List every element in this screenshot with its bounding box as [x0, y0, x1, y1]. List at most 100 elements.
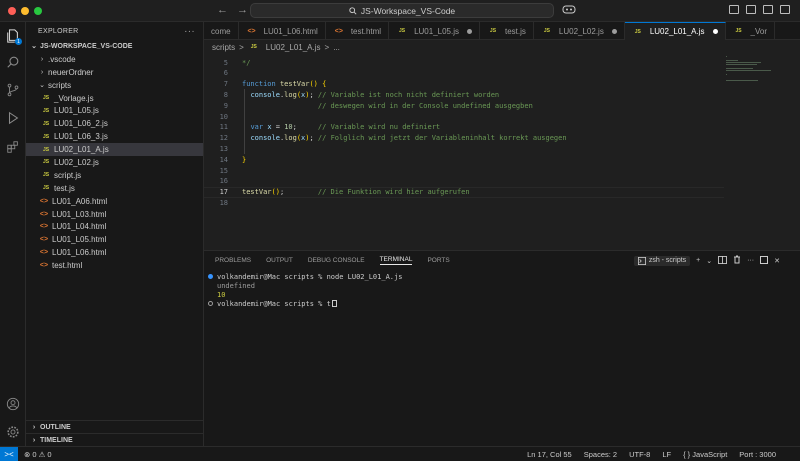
new-terminal-icon[interactable]: + — [696, 257, 700, 264]
panel-tab[interactable]: PROBLEMS — [215, 257, 251, 264]
editor-tab[interactable]: <> test.html — [326, 22, 390, 40]
editor-tab[interactable]: JS LU02_L01_A.js — [624, 22, 726, 40]
copilot-icon[interactable] — [562, 4, 576, 17]
workspace-root[interactable]: ⌄ JS-WORKSPACE_VS-CODE — [26, 40, 203, 53]
account-icon[interactable] — [4, 395, 22, 413]
toggle-secondary-sidebar-icon[interactable] — [780, 5, 790, 14]
tree-item[interactable]: JS LU02_L02.js — [26, 156, 203, 169]
panel-tab[interactable]: DEBUG CONSOLE — [308, 257, 365, 264]
port-status[interactable]: Port : 3000 — [739, 450, 776, 459]
trash-icon[interactable] — [733, 255, 741, 266]
indent-guide — [244, 89, 245, 155]
tree-item[interactable]: JS LU01_L05.js — [26, 104, 203, 117]
toggle-primary-sidebar-icon[interactable] — [746, 5, 756, 14]
code-line[interactable]: 7 function testVar() { — [204, 79, 724, 90]
command-center-search[interactable]: JS-Workspace_VS-Code — [250, 3, 554, 18]
code-editor[interactable]: 5 */6 7 function testVar() {8 console.log(x… — [204, 54, 800, 248]
command-status-icon[interactable] — [208, 301, 213, 306]
split-terminal-icon[interactable] — [718, 255, 728, 266]
maximize-window-button[interactable] — [34, 6, 42, 15]
panel-tab[interactable]: TERMINAL — [379, 256, 413, 265]
customize-layout-icon[interactable] — [729, 5, 739, 14]
source-control-icon[interactable] — [4, 81, 22, 99]
breadcrumb-more[interactable]: ... — [333, 43, 340, 52]
code-line[interactable]: 12 console.log(x); // Folglich wird jetz… — [204, 133, 724, 144]
tree-item-label: neuerOrdner — [48, 67, 94, 77]
line-ending[interactable]: LF — [662, 450, 671, 459]
code-line[interactable]: 18 — [204, 197, 724, 208]
code-line[interactable]: 6 — [204, 68, 724, 79]
editor-tab[interactable]: <> LU01_L06.html — [239, 22, 326, 40]
maximize-panel-icon[interactable] — [760, 255, 769, 266]
panel-tab[interactable]: OUTPUT — [266, 257, 293, 264]
code-line[interactable]: 9 // deswegen wird in der Console undefi… — [204, 100, 724, 111]
tree-item[interactable]: JS LU02_L01_A.js — [26, 143, 203, 157]
tree-item[interactable]: JS LU01_L06_2.js — [26, 117, 203, 130]
command-status-icon[interactable] — [208, 274, 213, 279]
code-line[interactable]: 15 — [204, 165, 724, 176]
editor-tab[interactable]: JS LU02_L02.js — [534, 22, 625, 40]
editor-tab[interactable]: JS test.js — [480, 22, 534, 40]
tree-item[interactable]: JS _Vorlage.js — [26, 92, 203, 105]
toggle-panel-icon[interactable] — [763, 5, 773, 14]
chevron-down-icon[interactable]: ⌄ — [706, 257, 712, 265]
remote-indicator-icon[interactable]: >< — [0, 446, 18, 461]
encoding[interactable]: UTF-8 — [629, 450, 650, 459]
editor-tab[interactable]: come — [204, 22, 239, 40]
terminal-output-line: undefined — [217, 281, 255, 290]
cursor-position[interactable]: Ln 17, Col 55 — [527, 450, 572, 459]
code-text: */ — [242, 58, 251, 67]
tree-item[interactable]: › neuerOrdner — [26, 66, 203, 79]
close-window-button[interactable] — [8, 6, 16, 15]
outline-section[interactable]: › OUTLINE — [26, 420, 204, 433]
tree-item[interactable]: <> LU01_L06.html — [26, 246, 203, 259]
explorer-icon[interactable]: 1 — [4, 27, 22, 45]
indentation[interactable]: Spaces: 2 — [584, 450, 617, 459]
chevron-right-icon: › — [32, 423, 36, 431]
minimize-window-button[interactable] — [21, 6, 29, 15]
forward-arrow-icon[interactable]: → — [237, 4, 248, 16]
timeline-section[interactable]: › TIMELINE — [26, 433, 204, 446]
breadcrumb-file[interactable]: LU02_L01_A.js — [266, 43, 321, 52]
tab-label: LU01_L06.html — [263, 26, 318, 36]
editor-tab[interactable]: JS _Vor — [726, 22, 775, 40]
unsaved-dot-icon[interactable] — [712, 29, 718, 34]
tree-item[interactable]: <> test.html — [26, 259, 203, 272]
code-line[interactable]: 13 — [204, 143, 724, 154]
tree-item[interactable]: JS LU01_L06_3.js — [26, 130, 203, 143]
explorer-more-icon[interactable]: ··· — [184, 26, 195, 37]
back-arrow-icon[interactable]: ← — [217, 4, 228, 16]
unsaved-dot-icon[interactable] — [466, 28, 472, 34]
run-debug-icon[interactable] — [4, 109, 22, 127]
manage-gear-icon[interactable] — [4, 423, 22, 441]
editor-tab[interactable]: JS LU01_L05.js — [389, 22, 480, 40]
code-line[interactable]: 14} — [204, 154, 724, 165]
tree-item[interactable]: JS script.js — [26, 169, 203, 182]
tree-item[interactable]: <> LU01_L05.html — [26, 233, 203, 246]
js-file-icon: JS — [42, 185, 50, 192]
unsaved-dot-icon[interactable] — [611, 28, 617, 34]
terminal-selector[interactable]: zsh - scripts — [633, 255, 691, 266]
tree-item[interactable]: <> LU01_L03.html — [26, 208, 203, 221]
problems-status[interactable]: ⊗ 0 ⚠ 0 — [24, 450, 52, 459]
code-line[interactable]: 11 var x = 10; // Variable wird nu defin… — [204, 122, 724, 133]
tree-item[interactable]: › .vscode — [26, 53, 203, 66]
tree-item[interactable]: <> LU01_L04.html — [26, 220, 203, 233]
tree-item[interactable]: ⌄ scripts — [26, 79, 203, 92]
tree-item[interactable]: JS test.js — [26, 182, 203, 195]
tree-item[interactable]: <> LU01_A06.html — [26, 195, 203, 208]
code-line[interactable]: 16 — [204, 176, 724, 187]
breadcrumb-folder[interactable]: scripts — [212, 43, 235, 52]
code-line[interactable]: 17 testVar(); // Die Funktion wird hier a… — [204, 186, 724, 198]
code-line[interactable]: 5 */ — [204, 57, 724, 68]
language-mode[interactable]: { } JavaScript — [683, 450, 727, 459]
code-line[interactable]: 10 — [204, 111, 724, 122]
search-icon[interactable] — [4, 53, 22, 71]
code-line[interactable]: 8 console.log(x); // Variable ist noch n… — [204, 89, 724, 100]
panel-more-icon[interactable]: ··· — [747, 257, 754, 264]
extensions-icon[interactable] — [4, 138, 22, 156]
close-panel-icon[interactable]: ✕ — [774, 257, 780, 265]
minimap[interactable] — [724, 54, 784, 248]
terminal-output[interactable]: volkandemir@Mac scripts % node LU02_L01_… — [204, 272, 800, 308]
panel-tab[interactable]: PORTS — [427, 257, 449, 264]
